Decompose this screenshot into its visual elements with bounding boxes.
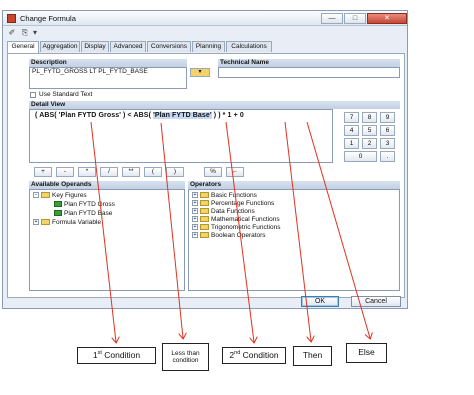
annotation-arrows xyxy=(90,121,474,395)
annotation-then: Then xyxy=(293,346,332,366)
annotation-less-than: Less than condition xyxy=(162,343,209,371)
arrow-else xyxy=(306,121,370,338)
arrow-less-than xyxy=(160,122,183,338)
arrow-second-condition xyxy=(225,121,254,342)
annotation-first-condition: 1st Condition xyxy=(77,347,156,364)
arrow-first-condition xyxy=(90,121,116,342)
arrow-then xyxy=(284,121,311,341)
annotation-second-condition: 2nd Condition xyxy=(222,347,286,364)
annotation-else: Else xyxy=(346,343,387,363)
